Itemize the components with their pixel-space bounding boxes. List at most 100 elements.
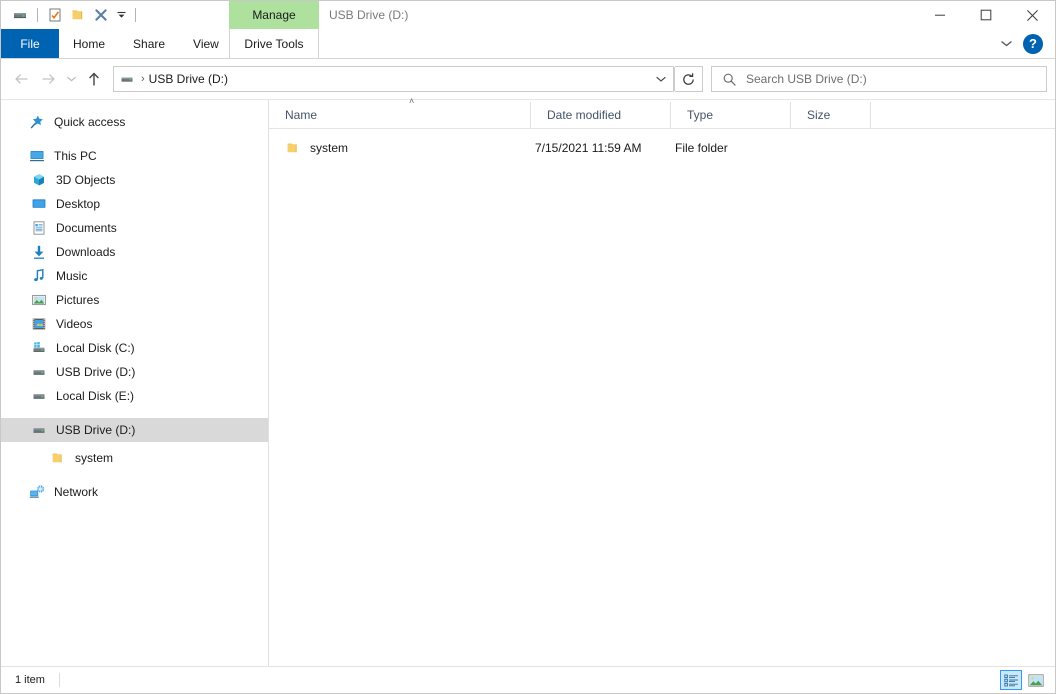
table-row[interactable]: system 7/15/2021 11:59 AM File folder: [269, 137, 1055, 159]
tab-share[interactable]: Share: [119, 29, 179, 58]
back-button[interactable]: [9, 66, 35, 92]
large-icons-view-button[interactable]: [1025, 670, 1047, 690]
sidebar-item-label: Quick access: [54, 115, 126, 129]
pictures-icon: [29, 290, 49, 310]
qat-separator-1: [37, 8, 38, 22]
column-header-size[interactable]: Size: [791, 102, 871, 128]
sidebar-item-label: Videos: [56, 317, 93, 331]
search-box[interactable]: Search USB Drive (D:): [711, 66, 1047, 92]
sidebar-item-label: USB Drive (D:): [56, 365, 136, 379]
folder-icon: [285, 140, 301, 156]
minimize-button[interactable]: [917, 1, 963, 29]
sidebar-item-pictures[interactable]: Pictures: [1, 288, 268, 312]
cell-date-modified: 7/15/2021 11:59 AM: [535, 141, 642, 155]
forward-button[interactable]: [35, 66, 61, 92]
sidebar-item-network[interactable]: Network: [1, 480, 268, 504]
column-header-date-modified[interactable]: Date modified: [531, 102, 671, 128]
help-button[interactable]: ?: [1023, 33, 1043, 54]
tab-view[interactable]: View: [179, 29, 233, 58]
chevron-down-icon[interactable]: [649, 67, 673, 91]
sidebar-item-label: Documents: [56, 221, 117, 235]
up-button[interactable]: [81, 66, 107, 92]
sort-ascending-icon: ˄: [409, 96, 415, 106]
cell-type: File folder: [675, 141, 728, 155]
3d-objects-icon: [29, 170, 49, 190]
sidebar-item-label: USB Drive (D:): [56, 423, 136, 437]
tab-file[interactable]: File: [1, 29, 59, 58]
contextual-tab-group-header: Manage: [229, 1, 319, 29]
search-input[interactable]: Search USB Drive (D:): [746, 72, 867, 86]
system-drive-icon: [29, 338, 49, 358]
sidebar-item-desktop[interactable]: Desktop: [1, 192, 268, 216]
ribbon-right-controls: ?: [993, 29, 1051, 58]
window-controls: [917, 1, 1055, 29]
column-header-label: Size: [807, 108, 831, 122]
delete-icon[interactable]: [90, 4, 112, 26]
breadcrumb-separator[interactable]: ›: [140, 73, 149, 85]
sidebar-item-music[interactable]: Music: [1, 264, 268, 288]
properties-icon[interactable]: [44, 4, 66, 26]
column-header-type[interactable]: Type: [671, 102, 791, 128]
sidebar-item-label: Network: [54, 485, 99, 499]
tab-drive-tools[interactable]: Drive Tools: [229, 29, 319, 58]
drive-icon[interactable]: [9, 4, 31, 26]
sidebar-item-label: 3D Objects: [56, 173, 116, 187]
address-bar[interactable]: › USB Drive (D:): [113, 66, 674, 92]
sidebar-item-label: Local Disk (E:): [56, 389, 135, 403]
this-pc-icon: [27, 146, 47, 166]
file-rows: system 7/15/2021 11:59 AM File folder: [269, 129, 1055, 666]
sidebar-item-label: Desktop: [56, 197, 101, 211]
window-title: USB Drive (D:): [329, 8, 409, 22]
file-name: system: [310, 141, 349, 155]
desktop-icon: [29, 194, 49, 214]
status-separator: [58, 673, 60, 687]
refresh-icon[interactable]: [675, 66, 703, 92]
breadcrumb-path[interactable]: USB Drive (D:): [149, 72, 228, 86]
documents-icon: [29, 218, 49, 238]
column-header-name[interactable]: Name ˄: [269, 97, 531, 128]
title-bar: Manage USB Drive (D:): [1, 1, 1055, 29]
sidebar-item-this-pc[interactable]: This PC: [1, 144, 268, 168]
drive-icon: [114, 67, 140, 91]
drive-icon: [29, 386, 49, 406]
sidebar-item-documents[interactable]: Documents: [1, 216, 268, 240]
column-headers: Name ˄ Date modified Type Size: [269, 97, 1055, 129]
star-pin-icon: [27, 112, 47, 132]
sidebar-item-label: system: [75, 451, 114, 465]
new-folder-icon[interactable]: [67, 4, 89, 26]
search-icon: [712, 67, 746, 91]
customize-dropdown-icon[interactable]: [113, 4, 129, 26]
tab-home[interactable]: Home: [59, 29, 119, 58]
sidebar-item-usb-drive-d[interactable]: USB Drive (D:): [1, 360, 268, 384]
file-list-pane: Name ˄ Date modified Type Size system 7/…: [269, 97, 1055, 666]
videos-icon: [29, 314, 49, 334]
column-header-label: Date modified: [547, 108, 622, 122]
sidebar-item-label: Music: [56, 269, 88, 283]
drive-icon: [29, 362, 49, 382]
ribbon-tab-bar: File Home Share View Drive Tools ?: [1, 29, 1055, 59]
sidebar-item-quick-access[interactable]: Quick access: [1, 110, 268, 134]
network-icon: [27, 482, 47, 502]
sidebar-item-usb-drive-d-selected[interactable]: USB Drive (D:): [1, 418, 268, 442]
sidebar-item-local-disk-e[interactable]: Local Disk (E:): [1, 384, 268, 408]
column-header-label: Name: [285, 108, 318, 122]
sidebar-item-3d-objects[interactable]: 3D Objects: [1, 168, 268, 192]
item-count-label: 1 item: [15, 674, 45, 686]
sidebar-item-downloads[interactable]: Downloads: [1, 240, 268, 264]
details-view-button[interactable]: [1000, 670, 1022, 690]
address-bar-row: › USB Drive (D:) Search USB Drive (D:): [1, 59, 1055, 99]
navigation-pane: Quick access This PC 3D Objects Desktop …: [1, 100, 269, 666]
sidebar-item-system[interactable]: system: [1, 446, 268, 470]
quick-access-toolbar: [1, 1, 141, 29]
sidebar-item-label: Local Disk (C:): [56, 341, 135, 355]
sidebar-item-label: Pictures: [56, 293, 100, 307]
recent-locations-button[interactable]: [61, 66, 81, 92]
maximize-button[interactable]: [963, 1, 1009, 29]
contextual-tab-group-label: Manage: [252, 8, 296, 22]
sidebar-item-videos[interactable]: Videos: [1, 312, 268, 336]
sidebar-item-local-disk-c[interactable]: Local Disk (C:): [1, 336, 268, 360]
chevron-down-icon[interactable]: [993, 31, 1019, 57]
close-button[interactable]: [1009, 1, 1055, 29]
